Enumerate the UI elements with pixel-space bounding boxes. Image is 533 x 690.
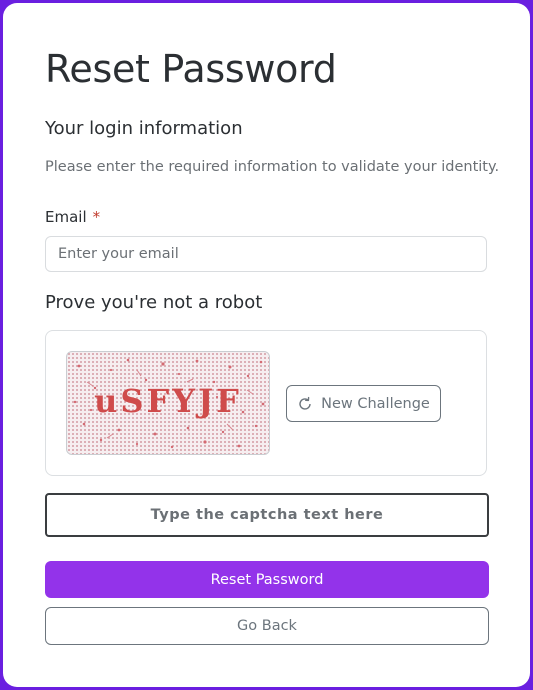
required-marker: * [92, 208, 101, 226]
go-back-button[interactable]: Go Back [45, 607, 489, 645]
new-challenge-label: New Challenge [321, 395, 430, 412]
captcha-panel: uSFYJF New Challenge [45, 330, 487, 476]
captcha-image: uSFYJF [66, 351, 270, 455]
email-label-text: Email [45, 208, 87, 226]
page-title: Reset Password [45, 47, 337, 91]
login-info-description: Please enter the required information to… [45, 159, 500, 175]
refresh-icon [297, 396, 313, 412]
captcha-challenge-text: uSFYJF [94, 382, 242, 420]
new-challenge-button[interactable]: New Challenge [286, 385, 441, 422]
captcha-input[interactable] [45, 493, 489, 537]
reset-password-card: Reset Password Your login information Pl… [3, 3, 530, 687]
email-label: Email * [45, 208, 100, 226]
reset-password-button[interactable]: Reset Password [45, 561, 489, 598]
email-input[interactable] [45, 236, 487, 272]
captcha-heading: Prove you're not a robot [45, 292, 263, 313]
login-info-heading: Your login information [45, 118, 243, 139]
